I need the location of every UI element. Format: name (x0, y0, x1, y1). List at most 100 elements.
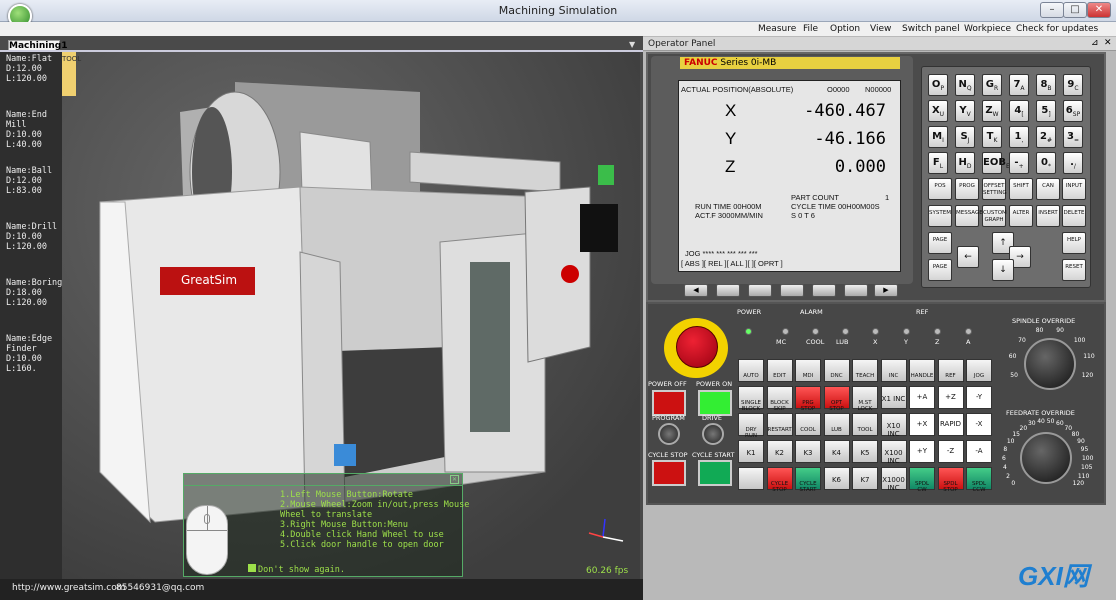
mode-key-+y[interactable]: +Y (909, 440, 935, 463)
mode-key-block-skip[interactable]: BLOCK SKIP (766, 386, 793, 412)
mode-key-k1[interactable]: K1 (738, 440, 764, 463)
mode-key--y[interactable]: -Y (966, 386, 992, 409)
cycle-start-button[interactable] (698, 460, 732, 486)
mode-key-k5[interactable]: K5 (852, 440, 878, 463)
key--[interactable]: -+ (1009, 152, 1029, 174)
key-1[interactable]: 1, (1009, 126, 1029, 148)
mode-key-x10-inc[interactable]: X10 INC (880, 413, 907, 438)
fn-key-help[interactable]: HELP (1062, 232, 1086, 254)
key-8[interactable]: 8B (1036, 74, 1056, 96)
mode-key-tool[interactable]: TOOL (852, 413, 878, 436)
power-on-button[interactable] (698, 390, 732, 416)
mode-key-spdl-ccw[interactable]: SPDL CCW (966, 467, 992, 493)
mode-key-lub[interactable]: LUB (823, 413, 850, 436)
spindle-override-knob[interactable] (1024, 338, 1076, 390)
close-icon[interactable]: ✕ (450, 475, 459, 484)
tool-item[interactable]: Name:Flat D:12.00 L:120.00 (6, 54, 52, 84)
fn-key-pos[interactable]: POS (928, 178, 952, 200)
mode-key-k6[interactable]: K6 (823, 467, 850, 490)
mode-key-m-st-lock[interactable]: M.ST LOCK (852, 386, 878, 412)
tab-dropdown-icon[interactable]: ▼ (629, 40, 635, 49)
key-t[interactable]: TK (982, 126, 1002, 148)
key-7[interactable]: 7A (1009, 74, 1029, 96)
fn-key-message[interactable]: MESSAGE (955, 205, 983, 227)
mode-key-spdl-cw[interactable]: SPDL CW (909, 467, 935, 493)
mode-key-auto[interactable]: AUTO (738, 359, 764, 382)
mode-key-+z[interactable]: +Z (937, 386, 964, 409)
menu-option[interactable]: Option (830, 24, 860, 34)
mode-key--x[interactable]: -X (966, 413, 992, 436)
key-f[interactable]: FL (928, 152, 948, 174)
key-2[interactable]: 2# (1036, 126, 1056, 148)
tool-item[interactable]: Name:Boring D:18.00 L:120.00 (6, 278, 62, 308)
cycle-stop-button[interactable] (652, 460, 686, 486)
soft-key[interactable] (844, 284, 868, 297)
tool-item[interactable]: Name:Drill D:10.00 L:120.00 (6, 222, 57, 252)
mode-key-x1-inc[interactable]: X1 INC (880, 386, 907, 409)
menu-view[interactable]: View (870, 24, 891, 34)
key-9[interactable]: 9C (1063, 74, 1083, 96)
mode-key-handle[interactable]: HANDLE (909, 359, 935, 382)
status-url[interactable]: http://www.greatsim.com (12, 583, 126, 593)
menu-file[interactable]: File (803, 24, 818, 34)
drive-key-switch[interactable] (702, 423, 724, 445)
mode-key-restart[interactable]: RESTART (766, 413, 793, 436)
minimize-button[interactable]: – (1040, 2, 1064, 18)
mode-key-x1000-inc[interactable]: X1000 INC (880, 467, 907, 492)
mode-key-k3[interactable]: K3 (795, 440, 821, 463)
key-eob[interactable]: EOBE (982, 152, 1010, 174)
dont-show-checkbox[interactable]: Don't show again. (248, 564, 345, 575)
mode-key-edit[interactable]: EDIT (766, 359, 793, 382)
tool-item[interactable]: Name:Ball D:12.00 L:83.00 (6, 166, 52, 196)
soft-key[interactable] (716, 284, 740, 297)
feedrate-override-knob[interactable] (1020, 432, 1072, 484)
key-o[interactable]: OP (928, 74, 948, 96)
power-off-button[interactable] (652, 390, 686, 416)
close-button[interactable]: ✕ (1087, 2, 1111, 18)
fn-key-shift[interactable]: SHIFT (1009, 178, 1033, 200)
soft-key[interactable] (812, 284, 836, 297)
fn-key-offset-setting[interactable]: OFFSET SETTING (982, 178, 1007, 200)
soft-key-right-arrow[interactable]: ▶ (874, 284, 898, 297)
pin-icon[interactable]: ⊿ (1091, 38, 1099, 48)
key-3[interactable]: 3= (1063, 126, 1083, 148)
fn-key-insert[interactable]: INSERT (1036, 205, 1060, 227)
mode-key-opt-stop[interactable]: OPT STOP (823, 386, 850, 412)
fn-key-can[interactable]: CAN (1036, 178, 1060, 200)
mode-key-k2[interactable]: K2 (766, 440, 793, 463)
panel-close-icon[interactable]: ✕ (1104, 38, 1112, 48)
key-y[interactable]: YV (955, 100, 975, 122)
fn-key-alter[interactable]: ALTER (1009, 205, 1033, 227)
key-6[interactable]: 6SP (1063, 100, 1083, 122)
mode-key-teach[interactable]: TEACH (852, 359, 878, 382)
menu-workpiece[interactable]: Workpiece (964, 24, 1011, 34)
mode-key-inc[interactable]: INC (880, 359, 907, 382)
key-n[interactable]: NQ (955, 74, 975, 96)
fn-key-page[interactable]: PAGE (928, 232, 952, 254)
emergency-stop-button[interactable] (676, 326, 718, 368)
key-0[interactable]: 0* (1036, 152, 1056, 174)
program-key-switch[interactable] (658, 423, 680, 445)
fn-key-reset[interactable]: RESET (1062, 259, 1086, 281)
soft-key[interactable] (748, 284, 772, 297)
mode-key-k7[interactable]: K7 (852, 467, 878, 490)
key-m[interactable]: MI (928, 126, 948, 148)
mode-key-ref[interactable]: REF (937, 359, 964, 382)
mode-key-mdi[interactable]: MDI (795, 359, 821, 382)
mode-key-prg-stop[interactable]: PRG STOP (795, 386, 821, 412)
soft-key-left-arrow[interactable]: ◀ (684, 284, 708, 297)
menu-check-updates[interactable]: Check for updates (1016, 24, 1098, 34)
mode-key-single-block[interactable]: SINGLE BLOCK (738, 386, 764, 412)
mode-key-blank[interactable] (738, 467, 764, 490)
mode-key--z[interactable]: -Z (937, 440, 964, 463)
mode-key-x100-inc[interactable]: X100 INC (880, 440, 907, 465)
mode-key--a[interactable]: -A (966, 440, 992, 463)
tool-item[interactable]: Name:Edge Finder D:10.00 L:160. (6, 334, 52, 374)
mode-key-rapid[interactable]: RAPID (937, 413, 964, 436)
mode-key-cycle-start[interactable]: CYCLE START (795, 467, 821, 493)
fn-key-page[interactable]: PAGE (928, 259, 952, 281)
fn-key-system[interactable]: SYSTEM (928, 205, 952, 227)
menu-measure[interactable]: Measure (758, 24, 796, 34)
tool-tab[interactable]: TOOL (62, 52, 81, 96)
tool-item[interactable]: Name:End Mill D:10.00 L:40.00 (6, 110, 47, 150)
